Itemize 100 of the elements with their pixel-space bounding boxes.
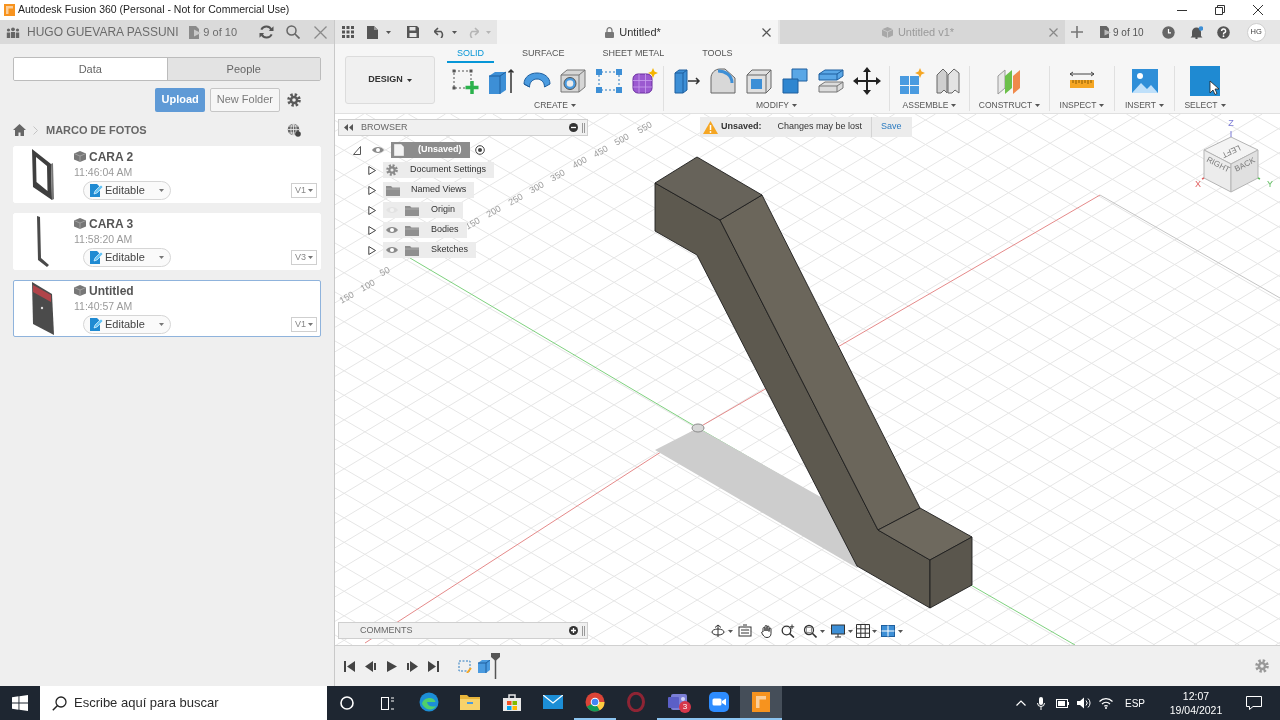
file-card[interactable]: CARA 2 11:46:04 AM Editable V1 (13, 146, 321, 203)
tree-item[interactable]: Origin (383, 202, 463, 218)
step-back-icon[interactable] (365, 660, 376, 672)
panel-handle-icon[interactable] (582, 625, 585, 636)
circle-icon[interactable] (340, 696, 354, 710)
timeline-marker-icon[interactable] (491, 653, 500, 679)
tree-item[interactable]: Named Views (383, 182, 475, 198)
search-box[interactable]: Escribe aquí para buscar (40, 686, 327, 720)
document-tab[interactable]: Untitled* (497, 20, 778, 44)
hand-icon[interactable] (760, 624, 774, 638)
box-push-icon[interactable] (672, 67, 701, 95)
double-chevron-icon[interactable] (344, 124, 353, 131)
chevron-up-icon[interactable] (1016, 700, 1026, 706)
image-icon[interactable] (1130, 67, 1159, 95)
tool-group-menu[interactable]: MODIFY (755, 99, 798, 111)
tool-group-menu[interactable]: CONSTRUCT (978, 99, 1041, 111)
tool-group-menu[interactable]: CREATE (534, 99, 576, 111)
close-icon[interactable] (762, 27, 771, 37)
connected-squares-icon[interactable] (595, 67, 623, 95)
expand-arrow-icon[interactable] (368, 185, 376, 195)
home-icon[interactable] (13, 124, 26, 136)
wifi-icon[interactable] (1099, 697, 1113, 709)
help-icon[interactable] (1216, 25, 1230, 39)
tool-group-menu[interactable]: INSPECT (1059, 99, 1105, 111)
version-dropdown[interactable]: V1 (291, 183, 317, 198)
expand-arrow-icon[interactable] (368, 165, 376, 175)
new-folder-button[interactable]: New Folder (209, 87, 280, 112)
layout-icon[interactable] (881, 624, 895, 638)
save-link[interactable]: Save (881, 120, 902, 134)
tool-group-menu[interactable]: ASSEMBLE (902, 99, 957, 111)
start-icon[interactable] (12, 695, 28, 711)
apps-grid-icon[interactable] (342, 26, 354, 38)
search-field[interactable]: Escribe aquí para buscar (74, 693, 304, 713)
status-dropdown[interactable]: Editable (83, 248, 171, 267)
monitor-icon[interactable] (831, 624, 845, 638)
stacked-cubes-icon[interactable] (780, 67, 809, 95)
radio-target-icon[interactable] (474, 145, 485, 155)
fit-zoom-icon[interactable] (803, 624, 817, 638)
file-name[interactable]: Untitled (89, 281, 134, 300)
view-cube[interactable] (1203, 136, 1259, 193)
play-icon[interactable] (386, 660, 397, 672)
panel-handle-icon[interactable] (582, 122, 585, 133)
eye-icon[interactable] (372, 146, 384, 154)
expand-arrow-icon[interactable] (368, 225, 376, 235)
panel-tab[interactable]: Data (14, 58, 167, 80)
zoom-icon[interactable] (781, 624, 795, 638)
hinge-icon[interactable] (933, 67, 962, 95)
workspace-dropdown[interactable]: DESIGN (345, 56, 435, 104)
cube-sparkle-icon[interactable] (897, 67, 926, 95)
expand-arrow-icon[interactable] (353, 145, 361, 155)
layered-slabs-icon[interactable] (816, 67, 845, 95)
refresh-icon[interactable] (259, 25, 274, 39)
microphone-icon[interactable] (1037, 696, 1045, 710)
tool-group-menu[interactable]: SELECT (1184, 99, 1226, 111)
look-at-icon[interactable] (738, 624, 752, 638)
file-name[interactable]: CARA 3 (89, 214, 134, 233)
file-name[interactable]: CARA 2 (89, 147, 134, 166)
bell-icon[interactable] (1189, 25, 1203, 39)
dashed-square-plus-icon[interactable] (451, 67, 479, 95)
save-icon[interactable] (407, 26, 419, 38)
cube-feature-icon[interactable] (478, 659, 490, 673)
taskbar-app[interactable]: 3 (657, 686, 699, 720)
tool-group-menu[interactable]: INSERT (1125, 99, 1164, 111)
eye-icon[interactable] (386, 246, 398, 254)
tree-item[interactable]: Document Settings (383, 162, 495, 178)
status-dropdown[interactable]: Editable (83, 315, 171, 334)
cursor-square-icon[interactable] (1190, 66, 1220, 96)
notification-icon[interactable] (1246, 696, 1262, 710)
task-view-icon[interactable] (380, 696, 395, 710)
panel-tab[interactable]: People (166, 58, 320, 80)
battery-icon[interactable] (1056, 698, 1069, 708)
search-icon[interactable] (286, 25, 300, 39)
globe-icon[interactable] (287, 123, 301, 137)
undo-icon[interactable] (434, 26, 446, 38)
skip-start-icon[interactable] (344, 660, 355, 672)
step-forward-icon[interactable] (407, 660, 418, 672)
grid-icon[interactable] (856, 624, 870, 638)
gear-icon[interactable] (287, 92, 301, 107)
skip-end-icon[interactable] (428, 660, 439, 672)
cube-hole-icon[interactable] (559, 67, 587, 95)
toolbar-tab[interactable]: TOOLS (692, 47, 743, 63)
minus-circle-icon[interactable] (569, 123, 578, 132)
sparkle-cube-icon[interactable] (631, 67, 659, 95)
file-card[interactable]: Untitled 11:40:57 AM Editable V1 (13, 280, 321, 337)
orbit-icon[interactable] (711, 624, 725, 638)
rounded-corner-icon[interactable] (708, 67, 737, 95)
input-language[interactable]: ESP (1125, 695, 1145, 711)
version-dropdown[interactable]: V3 (291, 250, 317, 265)
tree-item[interactable]: Sketches (383, 242, 477, 258)
close-icon[interactable] (1253, 5, 1263, 15)
box-arrow-icon[interactable] (487, 67, 515, 95)
status-dropdown[interactable]: Editable (83, 181, 171, 200)
eye-icon[interactable] (386, 226, 398, 234)
clock-icon[interactable] (1161, 25, 1175, 39)
hollow-box-icon[interactable] (744, 67, 773, 95)
toolbar-tab[interactable]: SHEET METAL (592, 47, 675, 63)
move-arrows-icon[interactable] (852, 67, 881, 95)
tree-item[interactable]: Bodies (383, 222, 467, 238)
file-icon[interactable] (367, 25, 378, 39)
clock-area[interactable]: 12:07 19/04/2021 (1161, 689, 1231, 717)
